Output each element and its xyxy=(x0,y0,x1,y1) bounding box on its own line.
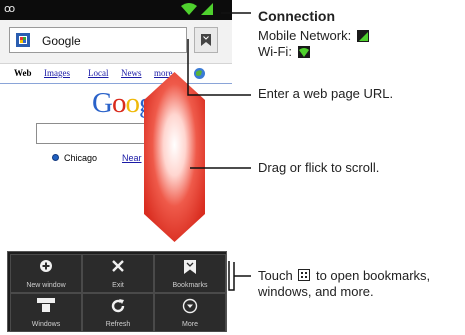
signal-icon xyxy=(356,30,369,42)
scroll-callout-text: Drag or flick to scroll. xyxy=(258,160,380,175)
callout-line-url xyxy=(187,39,251,96)
menu-callout-line2: windows, and more. xyxy=(258,284,374,299)
menu-callout-line1: Touch to open bookmarks, xyxy=(258,268,430,283)
touch-suffix: to open bookmarks, xyxy=(315,268,431,283)
touch-prefix: Touch xyxy=(258,268,293,283)
wifi-icon xyxy=(297,46,310,58)
menu-key-icon xyxy=(298,269,311,281)
wifi-text: Wi-Fi: xyxy=(258,44,292,59)
connection-title: Connection xyxy=(258,8,335,24)
callout-lines xyxy=(187,12,251,291)
wifi-label: Wi-Fi: xyxy=(258,44,310,59)
mobile-network-label: Mobile Network: xyxy=(258,28,369,43)
callout-line-menu xyxy=(228,261,251,291)
mobile-network-text: Mobile Network: xyxy=(258,28,352,43)
url-callout-text: Enter a web page URL. xyxy=(258,86,394,101)
